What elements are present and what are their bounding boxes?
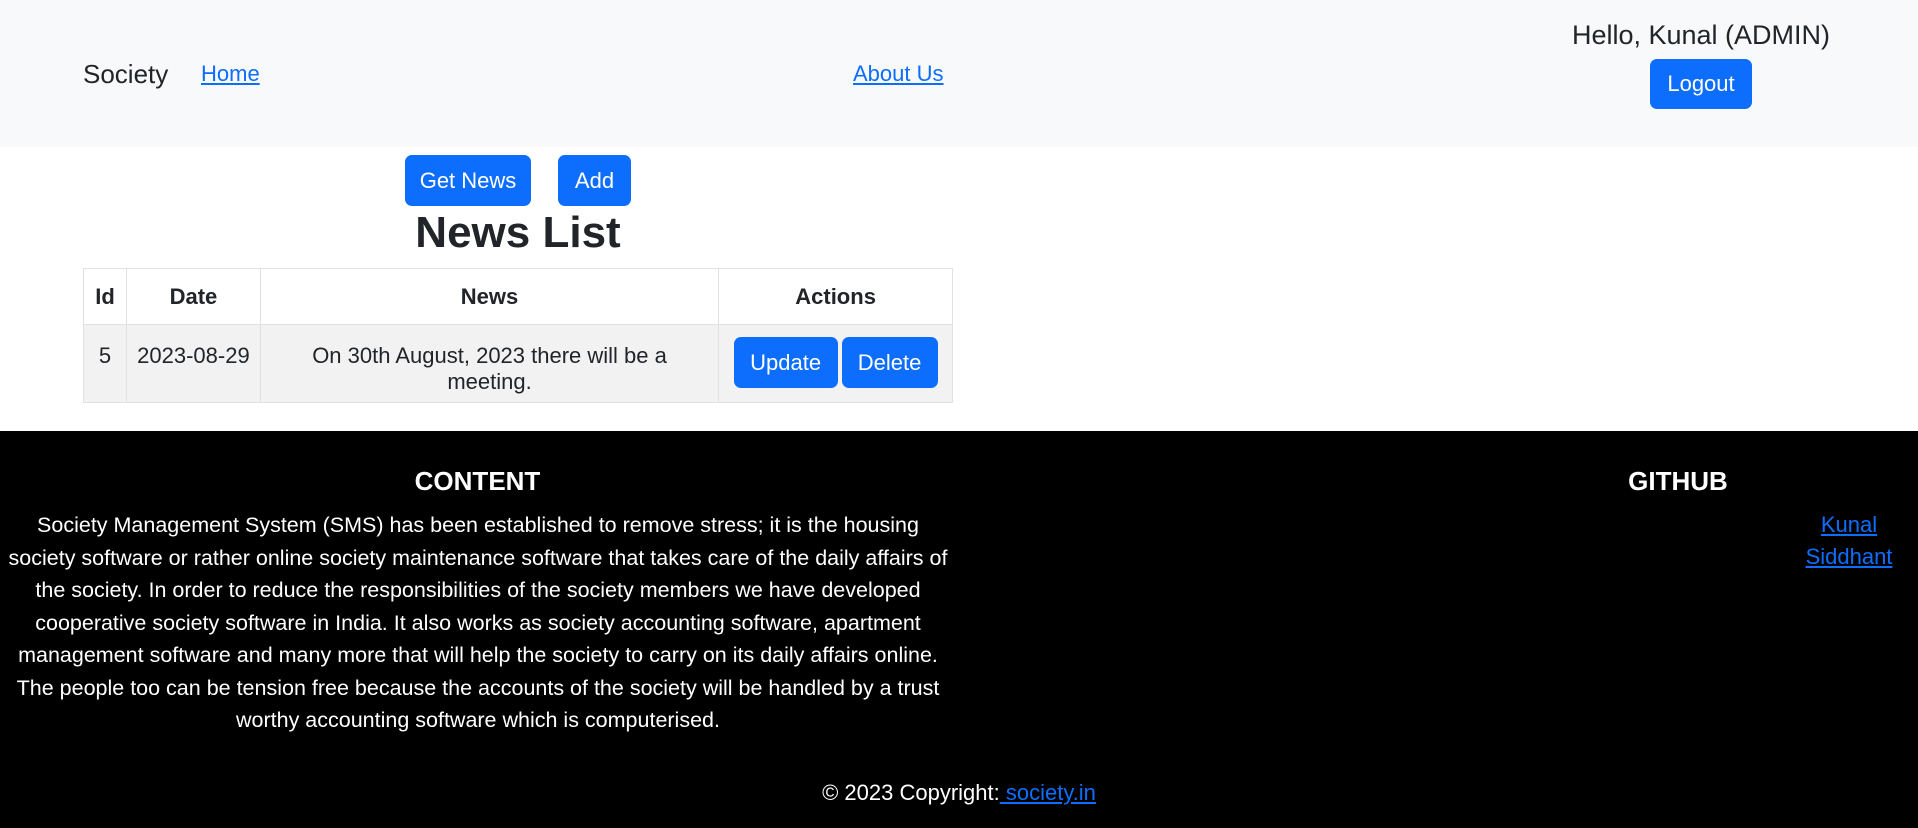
delete-button[interactable]: Delete: [841, 337, 938, 388]
page-title: News List: [415, 208, 621, 257]
footer-content-text: Society Management System (SMS) has been…: [8, 513, 948, 732]
logout-button[interactable]: Logout: [1650, 59, 1752, 109]
cell-id: 5: [83, 324, 127, 403]
cell-actions: Update Delete: [718, 324, 953, 403]
news-table: Id Date News Actions 5 2023-08-29 On 30t…: [83, 268, 953, 403]
column-header-date: Date: [125, 268, 261, 325]
github-links: Kunal Siddhant: [1780, 509, 1918, 573]
footer: CONTENT Society Management System (SMS) …: [0, 431, 1918, 828]
footer-github-heading: GITHUB: [1628, 466, 1728, 496]
column-header-id: Id: [83, 268, 127, 325]
table-row: 5 2023-08-29 On 30th August, 2023 there …: [83, 324, 953, 403]
cell-news: On 30th August, 2023 there will be a mee…: [259, 324, 720, 403]
copyright-link[interactable]: society.in: [1000, 780, 1096, 805]
user-greeting: Hello, Kunal (ADMIN): [1571, 20, 1831, 50]
copyright-text: © 2023 Copyright:: [822, 780, 1000, 805]
add-news-button[interactable]: Add: [558, 155, 631, 206]
column-header-news: News: [259, 268, 720, 325]
github-link-siddhant[interactable]: Siddhant: [1806, 544, 1893, 569]
table-header-row: Id Date News Actions: [83, 268, 953, 325]
github-link-kunal[interactable]: Kunal: [1821, 512, 1877, 537]
nav-link-about-us[interactable]: About Us: [853, 60, 944, 88]
get-news-button[interactable]: Get News: [405, 155, 531, 206]
footer-content-heading: CONTENT: [414, 466, 541, 496]
nav-link-home[interactable]: Home: [201, 60, 260, 88]
update-button[interactable]: Update: [733, 337, 838, 388]
cell-date: 2023-08-29: [125, 324, 261, 403]
copyright: © 2023 Copyright: society.in: [0, 778, 1918, 808]
column-header-actions: Actions: [718, 268, 953, 325]
navbar: Society Home About Us Hello, Kunal (ADMI…: [0, 0, 1918, 147]
brand-link[interactable]: Society: [83, 58, 168, 90]
